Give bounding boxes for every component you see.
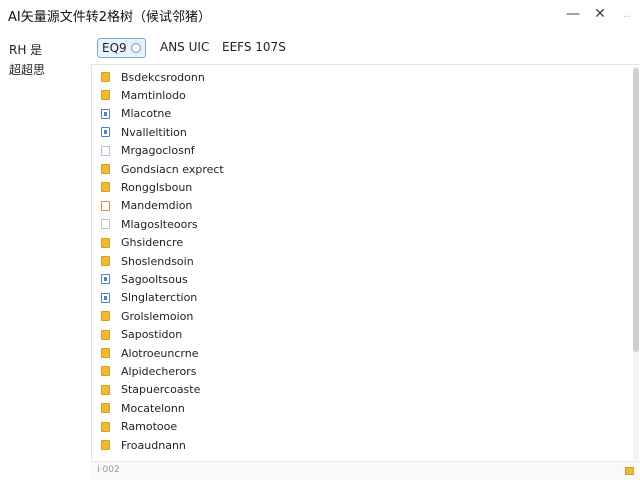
list-item-name: Shoslendsoin (121, 254, 194, 268)
list-item[interactable]: Gondsiacn exprect (92, 160, 632, 178)
file-icon (101, 292, 110, 303)
folder-icon (101, 421, 110, 432)
app-window: AI矢量源文件转2格树（候试邻猪） — ✕ ‥ RH 是 超超思 EQ9 ANS… (0, 0, 640, 480)
sidebar: RH 是 超超思 (0, 30, 90, 462)
list-item-name: Bsdekcsrodonn (121, 70, 205, 84)
list-item[interactable]: Sagooltsous (92, 270, 632, 288)
list-item-name: Froaudnann (121, 438, 186, 452)
title-bar: AI矢量源文件转2格树（候试邻猪） — ✕ ‥ (0, 0, 640, 30)
folder-icon (101, 329, 110, 340)
list-item[interactable]: Mlagoslteoors (92, 215, 632, 233)
minimize-button[interactable]: — (558, 0, 588, 28)
folder-icon (101, 384, 110, 395)
list-item[interactable]: Ramotooe (92, 418, 632, 436)
list-item[interactable]: Rongglsboun (92, 178, 632, 196)
window-menu-icon[interactable]: ‥ (612, 0, 640, 28)
file-icon (101, 274, 110, 285)
tab-eq9[interactable]: EQ9 (97, 38, 146, 58)
folder-icon (101, 366, 110, 377)
folder-icon (101, 311, 110, 322)
folder-icon (101, 440, 110, 450)
list-item[interactable]: Alpidecherors (92, 362, 632, 380)
folder-icon[interactable] (625, 467, 634, 475)
list-item[interactable]: Ghsidencre (92, 234, 632, 252)
folder-icon (101, 182, 110, 193)
list-item[interactable]: Sapostidon (92, 326, 632, 344)
list-item-name: Mandemdion (121, 199, 193, 213)
sidebar-item-2[interactable]: 超超思 (9, 61, 45, 78)
tab-bar: EQ9 ANS UIC EEFS 107S (90, 30, 640, 64)
document-icon (101, 219, 110, 230)
list-item[interactable]: Bsdekcsrodonn (92, 68, 632, 86)
list-item-name: Mlagoslteoors (121, 217, 198, 231)
file-icon (101, 108, 110, 119)
list-item-name: Alotroeuncrne (121, 346, 199, 360)
folder-icon (101, 90, 110, 101)
folder-icon (101, 256, 110, 266)
tab-ans-uic[interactable]: ANS UIC (160, 38, 209, 56)
folder-icon (101, 72, 110, 82)
file-list: Bsdekcsrodonn Mamtinlodo Mlacotne Nvallelti… (91, 64, 640, 462)
list-item[interactable]: Mocatelonn (92, 399, 632, 417)
folder-icon (101, 348, 110, 358)
tab-label: EQ9 (102, 41, 127, 55)
scrollbar-thumb[interactable] (633, 68, 639, 352)
list-item-name: Stapuercoaste (121, 383, 201, 397)
list-item[interactable]: Stapuercoaste (92, 381, 632, 399)
list-item-name: Mrgagoclosnf (121, 144, 195, 158)
list-item-name: Mlacotne (121, 107, 172, 121)
list-item-name: Ghsidencre (121, 236, 184, 250)
list-item-name: Sagooltsous (121, 272, 188, 286)
list-item[interactable]: Mrgagoclosnf (92, 142, 632, 160)
list-item-name: Mocatelonn (121, 401, 185, 415)
close-button[interactable]: ✕ (585, 0, 615, 28)
list-item[interactable]: Slnglaterction (92, 289, 632, 307)
tab-eefs[interactable]: EEFS 107S (222, 38, 286, 56)
document-icon (101, 145, 110, 156)
list-item[interactable]: Mlacotne (92, 105, 632, 123)
list-item-name: Nvalleltition (121, 125, 187, 139)
list-item-name: Grolslemoion (121, 309, 194, 323)
list-item-name: Slnglaterction (121, 291, 198, 305)
list-item-name: Sapostidon (121, 328, 183, 342)
list-item[interactable]: Alotroeuncrne (92, 344, 632, 362)
folder-icon (101, 237, 110, 248)
folder-icon (101, 164, 110, 174)
list-item[interactable]: Mandemdion (92, 197, 632, 215)
radio-icon (130, 43, 141, 53)
status-text: I·002 (97, 465, 120, 475)
list-item-name: Alpidecherors (121, 364, 197, 378)
list-item-name: Gondsiacn exprect (121, 162, 224, 176)
sidebar-item-1[interactable]: RH 是 (9, 41, 42, 58)
list-item[interactable]: Froaudnann (92, 436, 632, 454)
file-icon (101, 127, 110, 138)
list-item-name: Ramotooe (121, 420, 178, 434)
vertical-scrollbar[interactable] (633, 66, 639, 460)
list-item[interactable]: Mamtinlodo (92, 86, 632, 104)
status-bar: I·002 (91, 461, 640, 480)
image-file-icon (101, 200, 110, 211)
list-item[interactable]: Nvalleltition (92, 123, 632, 141)
list-item[interactable]: Shoslendsoin (92, 252, 632, 270)
list-item-name: Mamtinlodo (121, 88, 186, 102)
list-item-name: Rongglsboun (121, 180, 193, 194)
list-item[interactable]: Grolslemoion (92, 307, 632, 325)
window-title: AI矢量源文件转2格树（候试邻猪） (8, 10, 211, 25)
folder-icon (101, 403, 110, 414)
